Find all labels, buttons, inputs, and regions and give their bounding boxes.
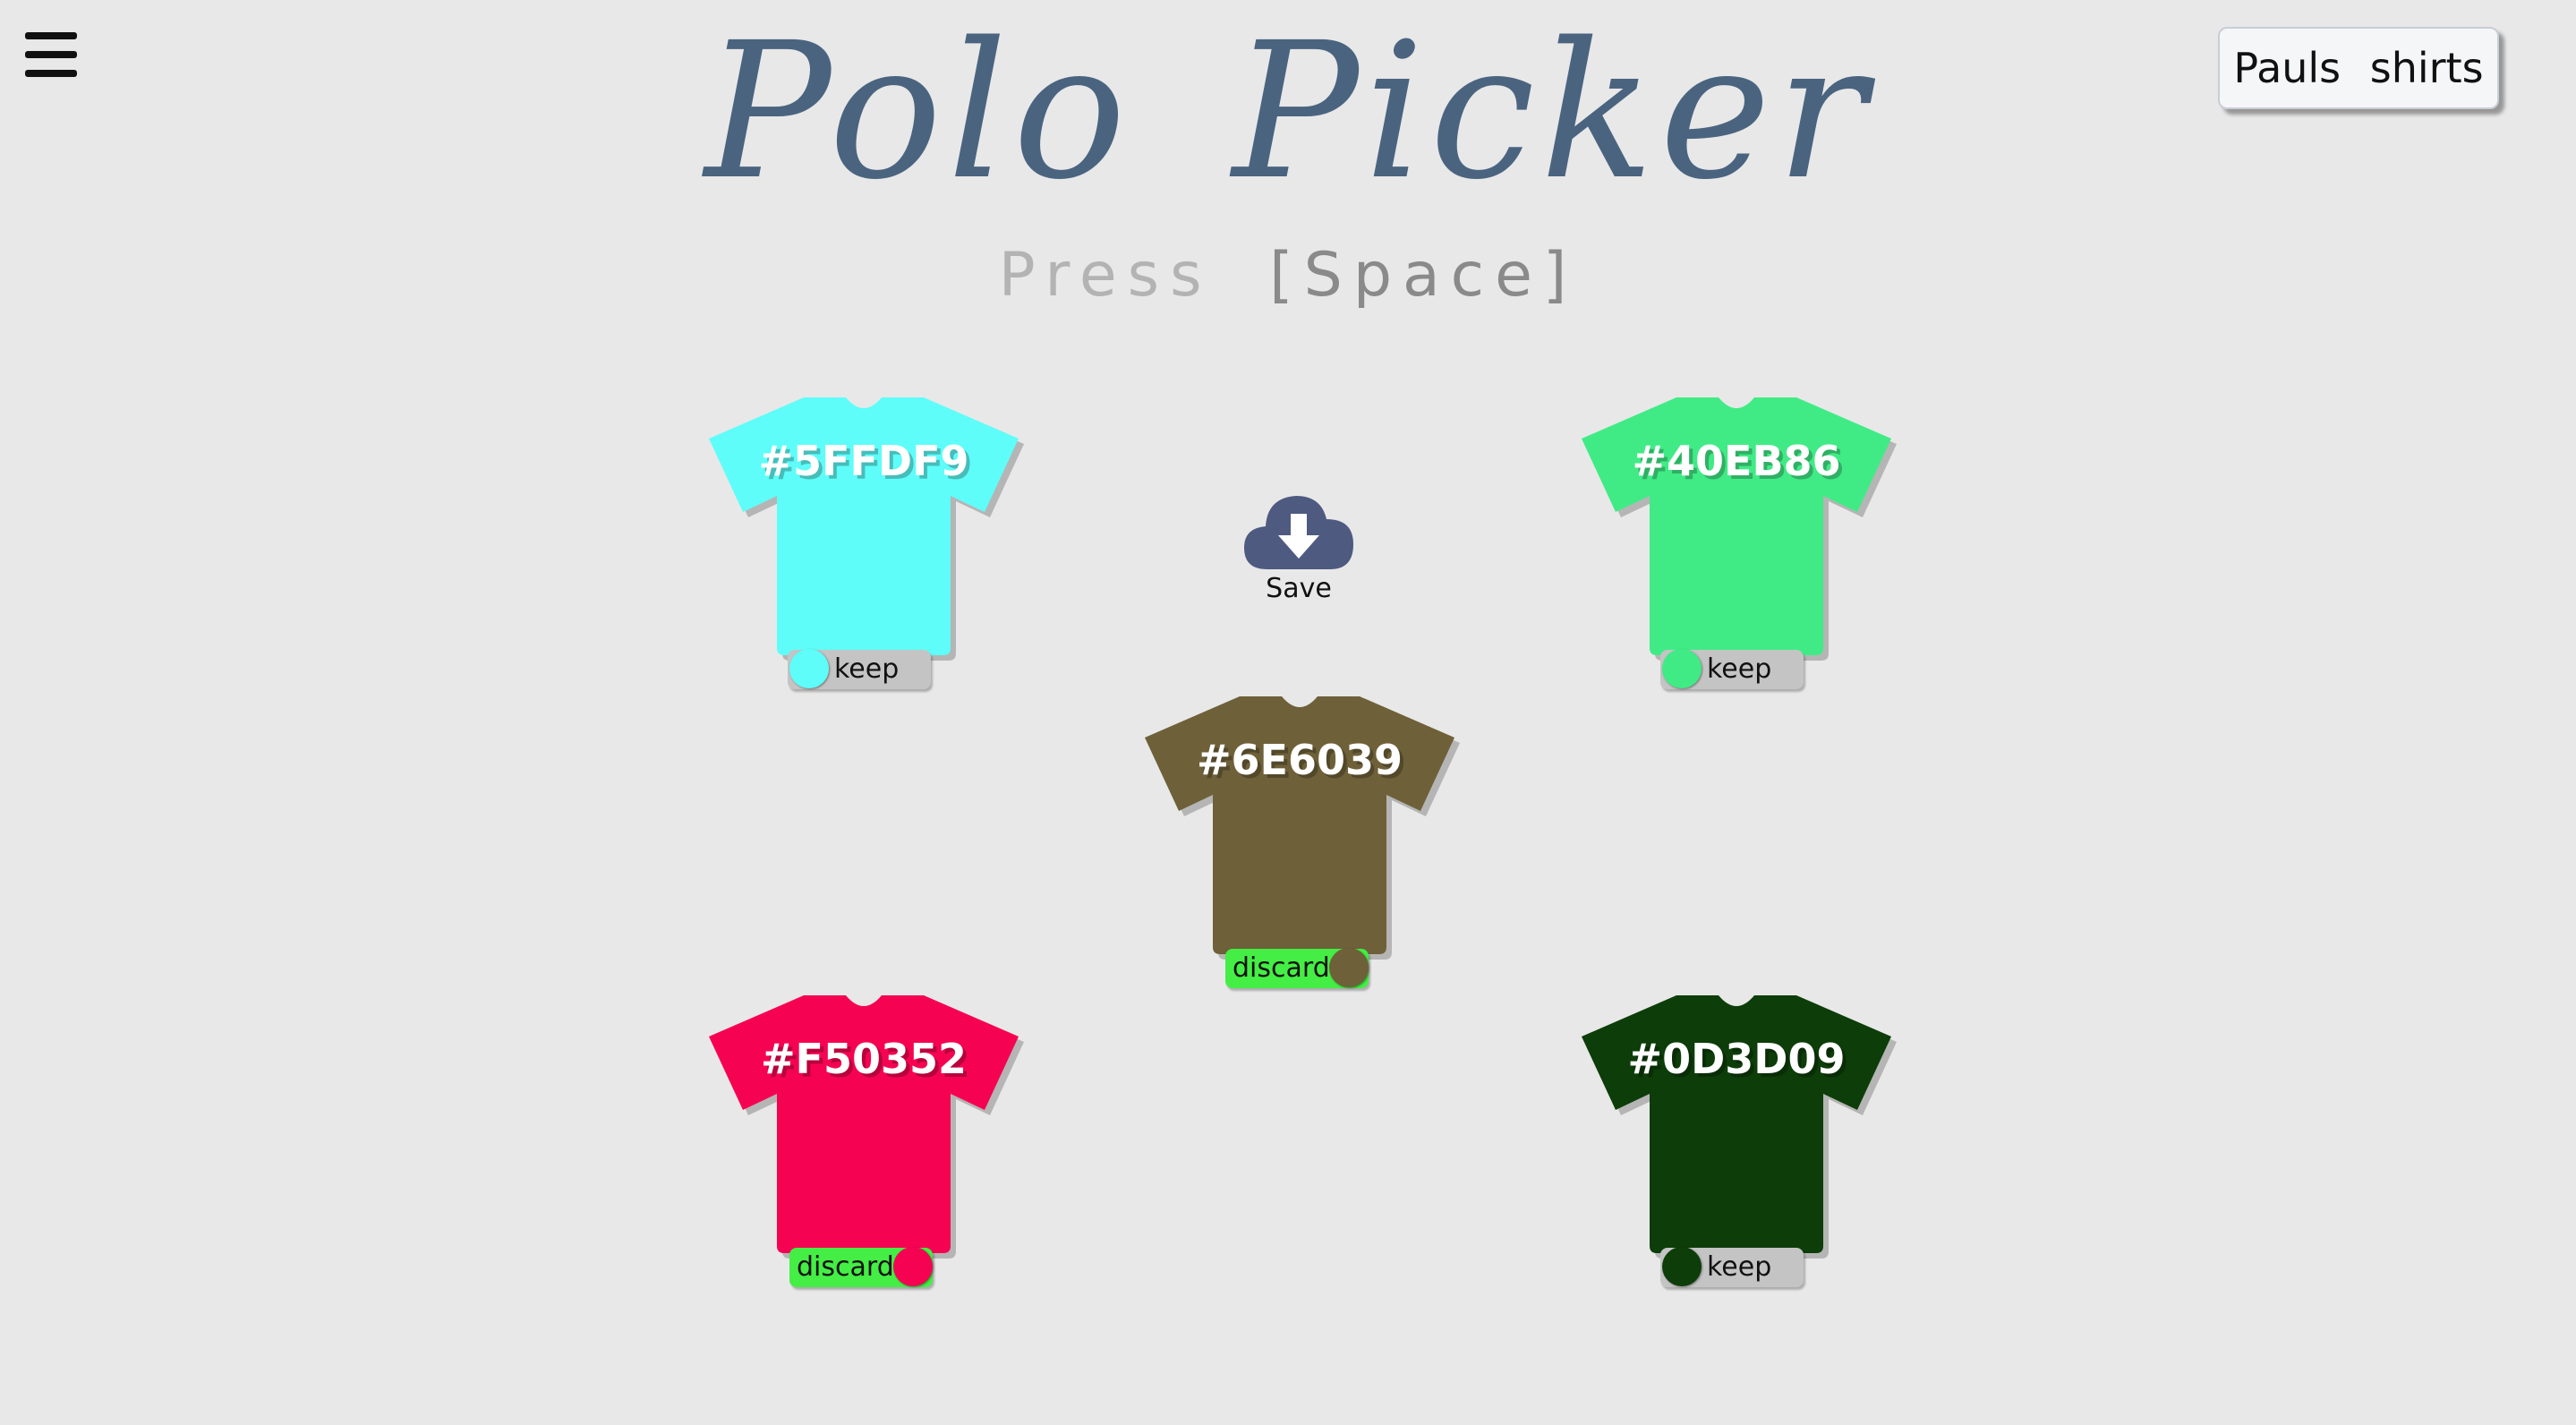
app-title: Polo Picker [704, 2, 1872, 221]
save-button[interactable]: Save [1241, 489, 1357, 604]
hint-space-key: [Space] [1269, 240, 1578, 311]
keep-discard-toggle[interactable]: discard [789, 1247, 933, 1287]
keep-discard-toggle[interactable]: keep [788, 649, 931, 689]
shirt-hex-code: #40EB86 [1632, 437, 1841, 485]
space-hint: Press [Space] [0, 240, 2576, 311]
toggle-knob [1662, 1247, 1702, 1286]
shirt-hex-code: #0D3D09 [1627, 1035, 1846, 1083]
hint-press-text: Press [998, 240, 1213, 311]
tshirt-icon [1582, 995, 1897, 1259]
save-label: Save [1266, 573, 1332, 604]
toggle-knob [789, 649, 829, 688]
shirt-hex-code: #F50352 [761, 1035, 967, 1083]
shirt-hex-code: #5FFDF9 [758, 437, 969, 485]
cloud-download-icon [1244, 496, 1353, 569]
shirt-card[interactable]: #F50352 discard [698, 990, 1029, 1294]
toggle-label: discard [1233, 952, 1330, 984]
tshirt-icon [1145, 696, 1460, 960]
toggle-knob [893, 1247, 933, 1286]
keep-discard-toggle[interactable]: keep [1660, 649, 1804, 689]
toggle-label: keep [834, 653, 900, 685]
toggle-label: discard [797, 1251, 894, 1283]
toggle-label: keep [1707, 653, 1772, 685]
app-root: Polo Picker Press [Space] Pauls shirts #… [0, 0, 2576, 1425]
tshirt-icon [709, 995, 1024, 1259]
shirt-card[interactable]: #0D3D09 keep [1571, 990, 1902, 1294]
shirt-card[interactable]: #5FFDF9 keep [698, 392, 1029, 696]
tshirt-icon [709, 397, 1024, 661]
toggle-knob [1662, 649, 1702, 688]
shirt-hex-code: #6E6039 [1197, 736, 1403, 784]
toggle-label: keep [1707, 1251, 1772, 1283]
shirt-card[interactable]: #40EB86 keep [1571, 392, 1902, 696]
tshirt-icon [1582, 397, 1897, 661]
user-collection-button[interactable]: Pauls shirts [2218, 27, 2499, 109]
toggle-knob [1329, 948, 1369, 987]
keep-discard-toggle[interactable]: keep [1660, 1247, 1804, 1287]
keep-discard-toggle[interactable]: discard [1225, 948, 1369, 988]
shirt-card[interactable]: #6E6039 discard [1134, 691, 1465, 995]
